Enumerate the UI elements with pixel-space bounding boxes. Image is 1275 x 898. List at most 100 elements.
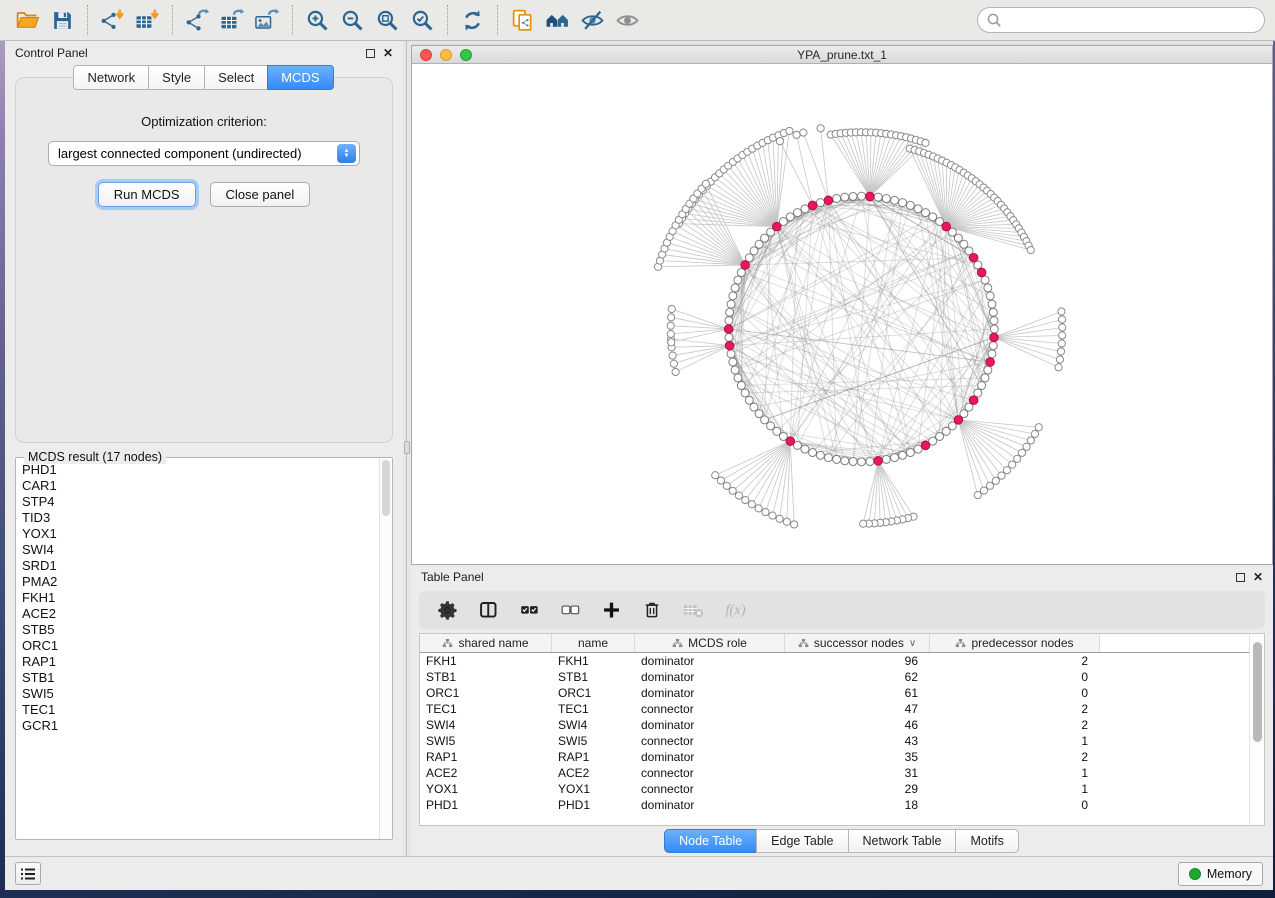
deselect-all-button[interactable] — [560, 597, 581, 623]
zoom-in-button[interactable] — [300, 3, 335, 37]
column-header-successor-nodes[interactable]: successor nodes∨ — [785, 634, 930, 652]
status-bar: Memory — [5, 856, 1273, 890]
column-header-predecessor-nodes[interactable]: predecessor nodes — [930, 634, 1100, 652]
memory-label: Memory — [1207, 867, 1252, 881]
cell-predecessor-nodes: 0 — [930, 685, 1100, 701]
mcds-result-item[interactable]: PHD1 — [22, 462, 379, 478]
mcds-result-list[interactable]: PHD1CAR1STP4TID3YOX1SWI4SRD1PMA2FKH1ACE2… — [16, 458, 379, 839]
network-overview-button[interactable] — [540, 3, 575, 37]
splitter-grip[interactable] — [404, 441, 410, 454]
mcds-result-item[interactable]: CAR1 — [22, 478, 379, 494]
close-panel-icon[interactable]: ✕ — [383, 47, 393, 59]
mcds-result-item[interactable]: STP4 — [22, 494, 379, 510]
mcds-result-item[interactable]: FKH1 — [22, 590, 379, 606]
toolbar-separator — [87, 5, 88, 35]
table-toolbar: f(x) — [419, 591, 1265, 629]
table-row[interactable]: ACE2ACE2connector311 — [420, 765, 1264, 781]
copy-document-button[interactable] — [505, 3, 540, 37]
table-row[interactable]: YOX1YOX1connector291 — [420, 781, 1264, 797]
cell-mcds-role: connector — [635, 701, 785, 717]
tab-edge-table[interactable]: Edge Table — [756, 829, 848, 853]
show-graphics-details-button[interactable] — [610, 3, 645, 37]
tab-motifs[interactable]: Motifs — [955, 829, 1018, 853]
table-row[interactable]: PHD1PHD1dominator180 — [420, 797, 1264, 813]
zoom-selected-icon — [410, 8, 435, 33]
zoom-selected-button[interactable] — [405, 3, 440, 37]
table-row[interactable]: SWI5SWI5connector431 — [420, 733, 1264, 749]
mcds-result-item[interactable]: PMA2 — [22, 574, 379, 590]
import-network-button[interactable] — [95, 3, 130, 37]
table-row[interactable]: STB1STB1dominator620 — [420, 669, 1264, 685]
column-type-icon — [798, 638, 809, 648]
memory-status-icon — [1189, 868, 1201, 880]
run-mcds-button[interactable]: Run MCDS — [98, 182, 196, 207]
column-header-shared-name[interactable]: shared name — [420, 634, 552, 652]
tab-select[interactable]: Select — [204, 65, 268, 90]
add-button[interactable] — [601, 597, 622, 623]
cell-shared-name: STB1 — [420, 669, 552, 685]
mcds-result-item[interactable]: ACE2 — [22, 606, 379, 622]
settings-button[interactable] — [437, 597, 458, 623]
table-scrollbar[interactable] — [1249, 634, 1264, 825]
app-window: Control Panel ✕ NetworkStyleSelectMCDS O… — [5, 41, 1273, 890]
tab-network[interactable]: Network — [73, 65, 149, 90]
columns-button[interactable] — [478, 597, 499, 623]
memory-button[interactable]: Memory — [1178, 862, 1263, 886]
export-image-button[interactable] — [250, 3, 285, 37]
close-panel-button[interactable]: Close panel — [210, 182, 311, 207]
float-table-panel-icon[interactable] — [1236, 573, 1245, 582]
table-row[interactable]: ORC1ORC1dominator610 — [420, 685, 1264, 701]
network-window-titlebar[interactable]: YPA_prune.txt_1 — [412, 46, 1272, 64]
cell-successor-nodes: 35 — [785, 749, 930, 765]
mcds-result-item[interactable]: TID3 — [22, 510, 379, 526]
close-table-panel-icon[interactable]: ✕ — [1253, 571, 1263, 583]
panel-splitter[interactable] — [403, 41, 411, 856]
task-history-button[interactable] — [15, 862, 41, 885]
mcds-result-item[interactable]: STB1 — [22, 670, 379, 686]
import-network-icon — [100, 8, 125, 33]
network-overview-icon — [545, 8, 570, 33]
mcds-list-scrollbar[interactable] — [379, 458, 392, 839]
main-toolbar — [0, 0, 1275, 41]
column-header-mcds-role[interactable]: MCDS role — [635, 634, 785, 652]
tab-style[interactable]: Style — [148, 65, 205, 90]
cell-shared-name: YOX1 — [420, 781, 552, 797]
optimization-criterion-select[interactable]: largest connected component (undirected)… — [48, 141, 360, 166]
import-table-button[interactable] — [130, 3, 165, 37]
cell-shared-name: ACE2 — [420, 765, 552, 781]
float-panel-icon[interactable] — [366, 49, 375, 58]
save-button[interactable] — [45, 3, 80, 37]
mcds-result-item[interactable]: SWI4 — [22, 542, 379, 558]
export-table-icon — [220, 8, 245, 33]
table-row[interactable]: TEC1TEC1connector472 — [420, 701, 1264, 717]
mcds-result-item[interactable]: TEC1 — [22, 702, 379, 718]
refresh-button[interactable] — [455, 3, 490, 37]
tab-mcds[interactable]: MCDS — [267, 65, 333, 90]
open-button[interactable] — [10, 3, 45, 37]
mcds-result-item[interactable]: SRD1 — [22, 558, 379, 574]
delete-button[interactable] — [642, 597, 662, 623]
mcds-result-item[interactable]: STB5 — [22, 622, 379, 638]
mcds-result-item[interactable]: SWI5 — [22, 686, 379, 702]
mcds-result-item[interactable]: GCR1 — [22, 718, 379, 734]
table-row[interactable]: FKH1FKH1dominator962 — [420, 653, 1264, 669]
table-row[interactable]: RAP1RAP1dominator352 — [420, 749, 1264, 765]
table-row[interactable]: SWI4SWI4dominator462 — [420, 717, 1264, 733]
search-input[interactable] — [1007, 12, 1256, 28]
mcds-result-item[interactable]: ORC1 — [22, 638, 379, 654]
mcds-result-item[interactable]: RAP1 — [22, 654, 379, 670]
zoom-out-icon — [340, 8, 365, 33]
tab-network-table[interactable]: Network Table — [848, 829, 957, 853]
export-network-button[interactable] — [180, 3, 215, 37]
hide-graphics-details-button[interactable] — [575, 3, 610, 37]
mcds-result-item[interactable]: YOX1 — [22, 526, 379, 542]
export-table-button[interactable] — [215, 3, 250, 37]
search-box[interactable] — [977, 7, 1265, 33]
cell-mcds-role: dominator — [635, 797, 785, 813]
select-all-button[interactable] — [519, 597, 540, 623]
network-canvas[interactable] — [412, 64, 1272, 564]
zoom-fit-button[interactable] — [370, 3, 405, 37]
tab-node-table[interactable]: Node Table — [664, 829, 757, 853]
zoom-out-button[interactable] — [335, 3, 370, 37]
column-header-name[interactable]: name — [552, 634, 635, 652]
